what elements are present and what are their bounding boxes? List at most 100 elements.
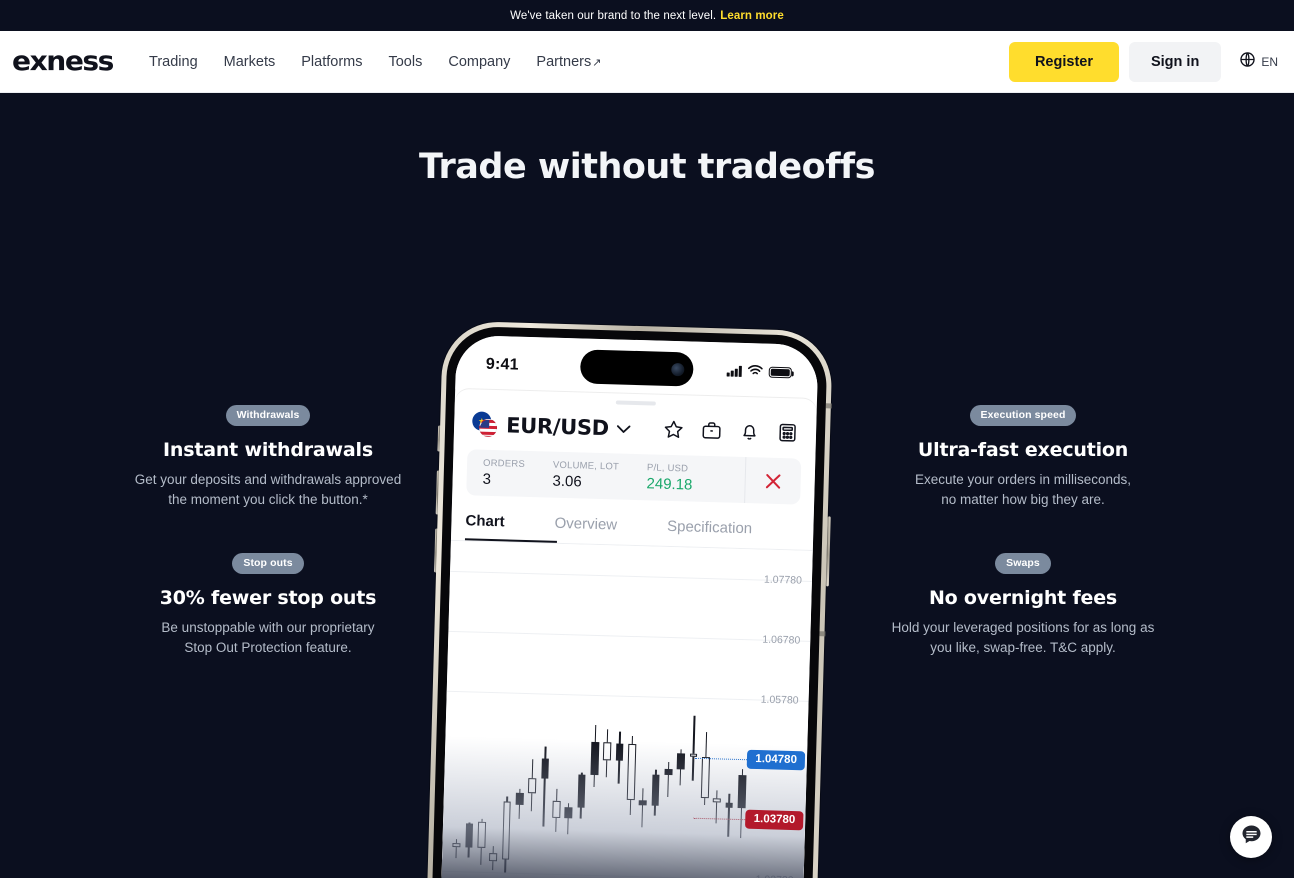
phone-device: 9:41 ★ EUR/USD ORDERS 3 VOLUME, LOT 3.06…: [425, 320, 833, 878]
bell-icon[interactable]: [739, 421, 761, 443]
feature-badge-withdrawals: Withdrawals: [225, 405, 311, 426]
candle-body: [676, 753, 686, 770]
feature-desc-withdrawals: Get your deposits and withdrawals approv…: [118, 470, 418, 509]
nav-right-actions: Register Sign in EN: [1008, 41, 1278, 82]
candle-body: [638, 800, 647, 806]
nav-item-trading[interactable]: Trading: [149, 54, 198, 70]
feature-title-stop-outs: 30% fewer stop outs: [159, 587, 377, 609]
candle-body: [615, 743, 624, 761]
orders-count-column: ORDERS 3: [482, 458, 525, 489]
front-camera-icon: [671, 362, 685, 376]
nav-item-platforms[interactable]: Platforms: [301, 54, 362, 70]
candle-body: [590, 741, 600, 776]
page-root: We've taken our brand to the next level.…: [0, 0, 1294, 878]
phone-screen: 9:41 ★ EUR/USD ORDERS 3 VOLUME, LOT 3.06…: [439, 334, 819, 878]
feature-desc-withdrawals-line1: Get your deposits and withdrawals approv…: [134, 472, 402, 487]
page-title: Trade without tradeoffs: [419, 147, 875, 187]
candle-body: [528, 778, 537, 793]
open-orders-summary: ORDERS 3 VOLUME, LOT 3.06 P/L, USD 249.1…: [466, 449, 802, 505]
feature-badge-stop-outs: Stop outs: [232, 553, 304, 574]
candle-series: [449, 541, 755, 878]
candle-body: [540, 758, 550, 779]
candle-body: [737, 774, 747, 809]
candle-body: [552, 800, 561, 818]
phone-mockup: 9:41 ★ EUR/USD ORDERS 3 VOLUME, LOT 3.06…: [425, 320, 848, 878]
calculator-icon[interactable]: [777, 422, 799, 444]
symbol-header-row: EUR/USD: [454, 400, 817, 446]
chart-y-axis-label: 1.06780: [762, 633, 801, 647]
ios-status-bar: 9:41: [455, 334, 819, 400]
symbol-name[interactable]: EUR/USD: [506, 413, 609, 440]
volume-column: VOLUME, LOT 3.06: [552, 460, 619, 492]
phone-frame: 9:41 ★ EUR/USD ORDERS 3 VOLUME, LOT 3.06…: [425, 320, 833, 878]
nav-item-markets[interactable]: Markets: [224, 54, 276, 70]
language-selector[interactable]: EN: [1239, 51, 1278, 73]
candle-body: [651, 774, 660, 806]
phone-frame-seam: [819, 631, 826, 637]
candle-wick: [667, 761, 670, 797]
chevron-down-icon[interactable]: [616, 420, 631, 436]
nav-item-partners[interactable]: Partners↗: [536, 54, 601, 70]
briefcase-icon[interactable]: [701, 420, 723, 442]
dynamic-island: [579, 349, 694, 387]
register-button[interactable]: Register: [1008, 41, 1119, 82]
star-icon[interactable]: [663, 419, 685, 441]
tab-chart[interactable]: Chart: [465, 506, 505, 541]
candle-body: [452, 842, 461, 848]
chat-support-button[interactable]: [1230, 816, 1272, 858]
feature-stop-outs: Stop outs 30% fewer stop outs Be unstopp…: [118, 553, 418, 657]
nav-item-platforms-label: Platforms: [301, 53, 363, 70]
banner-learn-more-link[interactable]: Learn more: [720, 10, 784, 22]
chart-price-badge: 1.04780: [747, 749, 806, 771]
feature-desc-execution-speed-line2: no matter how big they are.: [941, 491, 1105, 507]
close-x-icon: [762, 470, 784, 492]
feature-desc-execution-speed-line1: Execute your orders in milliseconds,: [914, 472, 1132, 487]
feature-title-swaps: No overnight fees: [928, 587, 1118, 609]
orders-count-value: 3: [482, 470, 492, 488]
symbol-action-icons: [663, 419, 799, 444]
close-all-orders-button[interactable]: [744, 457, 802, 505]
tab-overview[interactable]: Overview: [554, 509, 617, 545]
candle-wick: [692, 715, 696, 781]
candlestick-chart[interactable]: 1.07780 1.06780 1.05780 1.02780 1.04780 1.037…: [440, 540, 813, 878]
tab-specification[interactable]: Specification: [667, 512, 753, 548]
feature-execution-speed: Execution speed Ultra-fast execution Exe…: [873, 405, 1173, 509]
candle-body: [477, 821, 486, 848]
wifi-icon: [748, 363, 763, 381]
feature-desc-stop-outs-line2: Stop Out Protection feature.: [184, 639, 352, 655]
candle-body: [700, 756, 710, 798]
candle-body: [725, 803, 734, 809]
feature-swaps: Swaps No overnight fees Hold your levera…: [873, 553, 1173, 657]
candle-body: [501, 801, 511, 860]
candle-body: [564, 806, 573, 818]
candle-body: [489, 852, 498, 862]
feature-desc-stop-outs-line1: Be unstoppable with our proprietary: [161, 620, 375, 635]
candle-body: [465, 823, 474, 848]
chart-y-axis-label: 1.07780: [763, 573, 803, 587]
chart-y-axis-label: 1.05780: [760, 693, 799, 707]
feature-desc-swaps: Hold your leveraged positions for as lon…: [873, 618, 1173, 657]
pl-column: P/L, USD 249.18: [646, 462, 693, 493]
banner-text: We've taken our brand to the next level.: [510, 9, 717, 22]
external-link-arrow-icon: ↗: [592, 56, 602, 69]
nav-item-trading-label: Trading: [149, 53, 198, 70]
feature-desc-swaps-line2: you like, swap-free. T&C apply.: [930, 639, 1116, 655]
trading-app-sheet: EUR/USD: [439, 388, 818, 878]
nav-links: Trading Markets Platforms Tools Company …: [149, 54, 601, 70]
battery-icon: [768, 366, 792, 379]
feature-badge-swaps: Swaps: [995, 553, 1051, 574]
candle-body: [713, 797, 721, 803]
nav-item-tools[interactable]: Tools: [388, 54, 422, 70]
candle-body: [626, 743, 636, 801]
nav-item-company[interactable]: Company: [448, 54, 510, 70]
feature-desc-stop-outs: Be unstoppable with our proprietary Stop…: [118, 618, 418, 657]
chat-bubble-icon: [1240, 823, 1263, 851]
announcement-banner: We've taken our brand to the next level.…: [0, 0, 1294, 31]
feature-desc-swaps-line1: Hold your leveraged positions for as lon…: [891, 620, 1155, 635]
us-flag-icon: [478, 418, 498, 438]
nav-item-partners-label: Partners: [536, 53, 592, 70]
chart-price-badge: 1.03780: [745, 809, 804, 831]
volume-label: VOLUME, LOT: [552, 459, 620, 473]
signin-button[interactable]: Sign in: [1128, 41, 1222, 82]
exness-logo[interactable]: exness: [12, 46, 114, 77]
